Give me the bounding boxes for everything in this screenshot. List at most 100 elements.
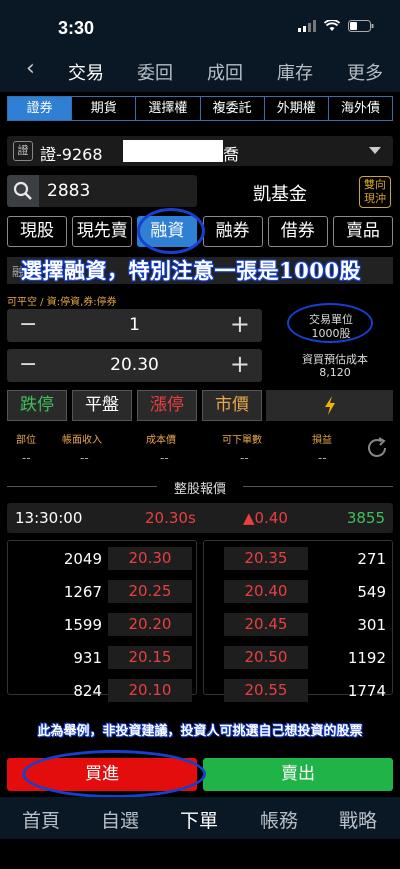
last-trade-time: 13:30:00 [15,509,83,527]
product-tabs: 證券 期貨 選擇權 複委託 外期權 海外債 [7,96,393,121]
account-selector[interactable]: 證 證-9268 喬 [7,136,393,166]
position-label: 部位 [16,435,36,446]
ask-price[interactable]: 20.45 [224,613,308,636]
ask-qty: 549 [357,583,386,601]
quantity-stepper[interactable]: 1 − + [7,309,262,342]
estimated-cost-label: 資買預估成本 [302,353,368,366]
tab-foreign-futures[interactable]: 外期權 [264,97,329,120]
cost-price-value: -- [160,451,169,465]
tab-options[interactable]: 選擇權 [136,97,201,120]
price-value[interactable]: 20.30 [7,355,262,375]
bid-qty: 931 [73,649,102,667]
bottom-tab-home[interactable]: 首頁 [22,806,60,833]
price-minus-button[interactable]: − [19,352,37,377]
search-icon [13,181,32,200]
orderable-qty-label: 可下單數 [222,435,262,446]
status-icons [298,20,374,32]
bid-row[interactable]: 1599 20.20 [8,611,196,640]
search-button[interactable] [7,175,39,207]
bottom-tab-order[interactable]: 下單 [180,806,218,833]
bid-row[interactable]: 824 20.10 [8,677,196,706]
refresh-button[interactable] [365,436,389,460]
bottom-tab-watchlist[interactable]: 自選 [101,806,139,833]
quick-order-button[interactable] [266,390,393,421]
nav-tab-orders[interactable]: 委回 [137,59,173,85]
last-trade-volume: 3855 [346,509,385,527]
ask-row[interactable]: 20.35 271 [204,545,392,574]
market-price-button[interactable]: 市價 [202,390,262,421]
quantity-minus-button[interactable]: − [19,312,37,337]
order-type-borrow[interactable]: 借券 [267,216,328,247]
quantity-plus-button[interactable]: + [230,310,250,338]
tab-overseas-bonds[interactable]: 海外債 [328,97,393,120]
bottom-tab-bar: 首頁 自選 下單 帳務 戰略 [0,797,400,839]
bid-price[interactable]: 20.25 [108,580,192,603]
home-indicator-area [0,839,400,869]
day-trade-label-bottom: 現沖 [364,192,386,205]
ask-price[interactable]: 20.35 [224,547,308,570]
tab-sub-brokerage[interactable]: 複委託 [200,97,265,120]
stock-code-input[interactable]: 2883 [39,175,197,207]
nav-tab-fills[interactable]: 成回 [207,59,243,85]
annotation-caption: 選擇融資，特別注意一張是1000股 [21,258,361,283]
order-type-sell-first[interactable]: 現先賣 [72,216,133,247]
bid-row[interactable]: 1267 20.25 [8,578,196,607]
bid-price[interactable]: 20.10 [108,679,192,702]
bid-row[interactable]: 2049 20.30 [8,545,196,574]
signal-icon [298,20,316,32]
order-type-cash[interactable]: 現股 [7,216,67,247]
ask-row[interactable]: 20.45 301 [204,611,392,640]
ask-qty: 1774 [347,682,386,700]
bid-price[interactable]: 20.30 [108,547,192,570]
redaction-mask [123,140,223,162]
nav-tab-inventory[interactable]: 庫存 [277,59,313,85]
top-nav: ‹ 交易 委回 成回 庫存 更多 [0,50,400,92]
section-title: 整股報價 [173,482,226,497]
ask-price[interactable]: 20.50 [224,646,308,669]
limit-up-button[interactable]: 漲停 [137,390,197,421]
tab-securities[interactable]: 證券 [8,97,73,120]
pnl-value: -- [318,451,327,465]
order-type-lend[interactable]: 賣品 [332,216,393,247]
limit-down-button[interactable]: 跌停 [7,390,67,421]
order-type-short[interactable]: 融券 [202,216,263,247]
bid-price[interactable]: 20.20 [108,613,192,636]
ask-row[interactable]: 20.55 1774 [204,677,392,706]
battery-icon [348,20,374,32]
orderable-qty-value: -- [240,451,249,465]
ask-qty: 271 [357,550,386,568]
day-trade-label-top: 雙向 [364,178,386,191]
back-icon[interactable]: ‹ [26,56,35,81]
tab-futures[interactable]: 期貨 [72,97,137,120]
nav-tab-more[interactable]: 更多 [347,59,383,85]
price-plus-button[interactable]: + [230,350,250,378]
bid-price[interactable]: 20.15 [108,646,192,669]
bottom-tab-strategy[interactable]: 戰略 [339,806,377,833]
disclaimer-caption: 此為舉例，非投資建議，投資人可挑選自己想投資的股票 [37,724,363,739]
refresh-icon [368,437,386,457]
account-number: 證-9268 [40,145,103,164]
bid-row[interactable]: 931 20.15 [8,644,196,673]
sell-button[interactable]: 賣出 [203,758,393,791]
ask-row[interactable]: 20.40 549 [204,578,392,607]
account-name-tail: 喬 [223,145,240,164]
wifi-icon [324,20,340,31]
ask-book: 20.35 271 20.40 549 20.45 301 20.50 1192… [203,540,393,702]
bid-book: 2049 20.30 1267 20.25 1599 20.20 931 20.… [7,540,197,702]
chevron-down-icon[interactable] [369,147,381,154]
price-stepper[interactable]: 20.30 − + [7,349,262,382]
ask-row[interactable]: 20.50 1192 [204,644,392,673]
ask-price[interactable]: 20.55 [224,679,308,702]
bottom-tab-accounts[interactable]: 帳務 [260,806,298,833]
quantity-value[interactable]: 1 [7,315,262,335]
flat-price-button[interactable]: 平盤 [72,390,132,421]
margin-hint: 可平空 / 資:停資,券:停券 [7,297,117,308]
book-income-value: -- [80,451,89,465]
stock-name: 凱基金 [253,184,307,205]
day-trade-toggle[interactable]: 雙向 現沖 [359,176,391,208]
nav-tab-trade[interactable]: 交易 [68,59,104,85]
estimated-cost-value: 8,120 [319,366,351,379]
ask-price[interactable]: 20.40 [224,580,308,603]
ask-qty: 1192 [347,649,386,667]
account-badge: 證 [13,141,33,161]
